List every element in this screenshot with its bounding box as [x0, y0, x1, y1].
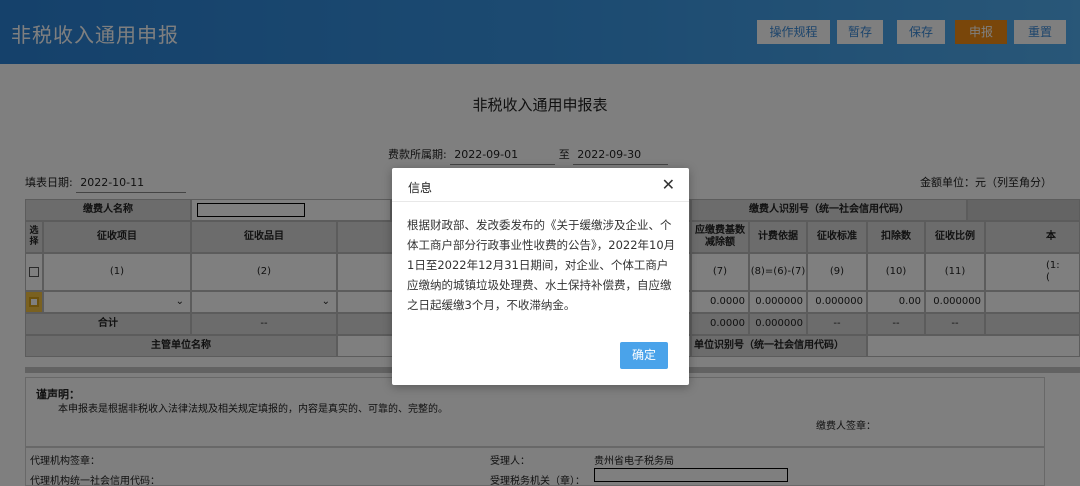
dialog-title: 信息 [408, 181, 433, 195]
ok-button[interactable]: 确定 [620, 342, 668, 369]
close-icon[interactable]: ✕ [662, 175, 675, 194]
info-dialog: 信息 ✕ 根据财政部、发改委发布的《关于缓缴涉及企业、个体工商户部分行政事业性收… [392, 168, 689, 385]
dialog-divider [392, 201, 689, 202]
dialog-message: 根据财政部、发改委发布的《关于缓缴涉及企业、个体工商户部分行政事业性收费的公告》… [407, 218, 676, 312]
